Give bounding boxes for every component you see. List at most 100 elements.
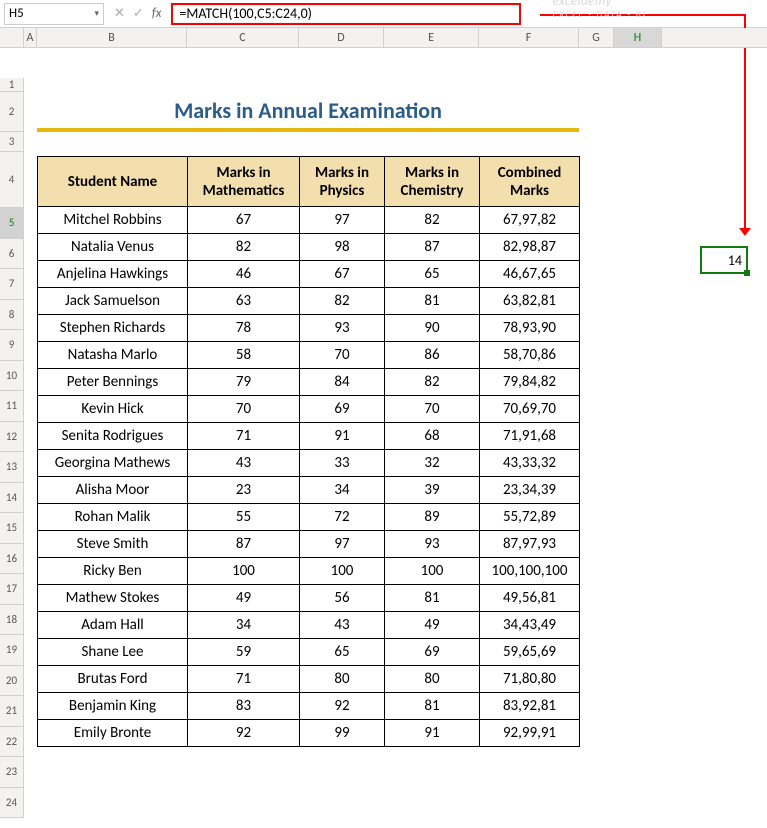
- cell[interactable]: 49: [385, 612, 480, 639]
- cell[interactable]: 87: [385, 234, 480, 261]
- cell[interactable]: 59: [188, 639, 300, 666]
- cell[interactable]: 98: [300, 234, 385, 261]
- fill-handle[interactable]: [744, 270, 750, 276]
- cell[interactable]: 92,99,91: [480, 720, 580, 747]
- th-math[interactable]: Marks in Mathematics: [188, 157, 300, 207]
- cell[interactable]: 97: [300, 531, 385, 558]
- cell[interactable]: 84: [300, 369, 385, 396]
- cell[interactable]: 86: [385, 342, 480, 369]
- cell[interactable]: 23,34,39: [480, 477, 580, 504]
- cell[interactable]: Anjelina Hawkings: [38, 261, 188, 288]
- cell[interactable]: Georgina Mathews: [38, 450, 188, 477]
- th-combined[interactable]: Combined Marks: [480, 157, 580, 207]
- cell[interactable]: 34: [300, 477, 385, 504]
- cell[interactable]: Brutas Ford: [38, 666, 188, 693]
- cell[interactable]: 67,97,82: [480, 207, 580, 234]
- cell[interactable]: 59,65,69: [480, 639, 580, 666]
- col-header-c[interactable]: C: [187, 28, 299, 47]
- cell[interactable]: 100,100,100: [480, 558, 580, 585]
- col-header-g[interactable]: G: [579, 28, 614, 47]
- cell[interactable]: 23: [188, 477, 300, 504]
- worksheet[interactable]: A B C D E F G H 123456789101112131415161…: [0, 28, 767, 48]
- cell[interactable]: 43: [188, 450, 300, 477]
- row-header-9[interactable]: 9: [0, 330, 24, 361]
- cell[interactable]: 71: [188, 423, 300, 450]
- cell[interactable]: 63,82,81: [480, 288, 580, 315]
- cell[interactable]: 81: [385, 585, 480, 612]
- cell[interactable]: 69: [300, 396, 385, 423]
- cell[interactable]: Mitchel Robbins: [38, 207, 188, 234]
- cell[interactable]: 70: [385, 396, 480, 423]
- row-header-4[interactable]: 4: [0, 152, 24, 208]
- cell[interactable]: 67: [300, 261, 385, 288]
- select-all-corner[interactable]: [0, 28, 24, 47]
- cell[interactable]: 71: [188, 666, 300, 693]
- cell[interactable]: 55: [188, 504, 300, 531]
- cell[interactable]: 63: [188, 288, 300, 315]
- cell[interactable]: 58: [188, 342, 300, 369]
- row-header-13[interactable]: 13: [0, 452, 24, 483]
- cell[interactable]: 67: [188, 207, 300, 234]
- cell[interactable]: 39: [385, 477, 480, 504]
- cell[interactable]: 49,56,81: [480, 585, 580, 612]
- cell[interactable]: Adam Hall: [38, 612, 188, 639]
- row-header-18[interactable]: 18: [0, 605, 24, 636]
- cell[interactable]: 72: [300, 504, 385, 531]
- cell[interactable]: 43,33,32: [480, 450, 580, 477]
- cell[interactable]: 82: [385, 369, 480, 396]
- cell-h5-selected[interactable]: 14: [700, 246, 748, 274]
- cell[interactable]: 99: [300, 720, 385, 747]
- cell[interactable]: 92: [300, 693, 385, 720]
- cell[interactable]: 91: [385, 720, 480, 747]
- cell[interactable]: 65: [385, 261, 480, 288]
- cell[interactable]: 92: [188, 720, 300, 747]
- cell[interactable]: Alisha Moor: [38, 477, 188, 504]
- col-header-h[interactable]: H: [614, 28, 662, 47]
- row-header-19[interactable]: 19: [0, 635, 24, 666]
- cell[interactable]: 78,93,90: [480, 315, 580, 342]
- cell[interactable]: 58,70,86: [480, 342, 580, 369]
- cell[interactable]: 55,72,89: [480, 504, 580, 531]
- cell[interactable]: 34,43,49: [480, 612, 580, 639]
- cell[interactable]: 46: [188, 261, 300, 288]
- cell[interactable]: Kevin Hick: [38, 396, 188, 423]
- cell[interactable]: 90: [385, 315, 480, 342]
- row-header-2[interactable]: 2: [0, 92, 24, 132]
- fx-icon[interactable]: fx: [152, 6, 162, 21]
- cell[interactable]: Natasha Marlo: [38, 342, 188, 369]
- col-header-e[interactable]: E: [384, 28, 479, 47]
- row-header-24[interactable]: 24: [0, 788, 24, 819]
- cell[interactable]: Rohan Malik: [38, 504, 188, 531]
- cell[interactable]: 82: [300, 288, 385, 315]
- cell[interactable]: 82: [188, 234, 300, 261]
- cell[interactable]: 83: [188, 693, 300, 720]
- cell[interactable]: 81: [385, 288, 480, 315]
- cell[interactable]: 82: [385, 207, 480, 234]
- row-header-22[interactable]: 22: [0, 727, 24, 758]
- cell[interactable]: Mathew Stokes: [38, 585, 188, 612]
- cell[interactable]: Peter Bennings: [38, 369, 188, 396]
- row-header-23[interactable]: 23: [0, 757, 24, 788]
- th-student-name[interactable]: Student Name: [38, 157, 188, 207]
- th-chemistry[interactable]: Marks in Chemistry: [385, 157, 480, 207]
- cell[interactable]: 100: [385, 558, 480, 585]
- row-header-10[interactable]: 10: [0, 361, 24, 392]
- row-header-3[interactable]: 3: [0, 132, 24, 152]
- cell[interactable]: 97: [300, 207, 385, 234]
- cell[interactable]: Natalia Venus: [38, 234, 188, 261]
- cell[interactable]: 87,97,93: [480, 531, 580, 558]
- cancel-icon[interactable]: ✕: [114, 6, 125, 21]
- cell[interactable]: 46,67,65: [480, 261, 580, 288]
- row-header-20[interactable]: 20: [0, 666, 24, 697]
- row-header-12[interactable]: 12: [0, 422, 24, 453]
- cell[interactable]: 87: [188, 531, 300, 558]
- cell[interactable]: 89: [385, 504, 480, 531]
- row-header-1[interactable]: 1: [0, 78, 24, 92]
- cell[interactable]: 78: [188, 315, 300, 342]
- cell[interactable]: Benjamin King: [38, 693, 188, 720]
- cell[interactable]: 33: [300, 450, 385, 477]
- cell[interactable]: 69: [385, 639, 480, 666]
- row-header-15[interactable]: 15: [0, 513, 24, 544]
- cell[interactable]: 91: [300, 423, 385, 450]
- row-header-17[interactable]: 17: [0, 574, 24, 605]
